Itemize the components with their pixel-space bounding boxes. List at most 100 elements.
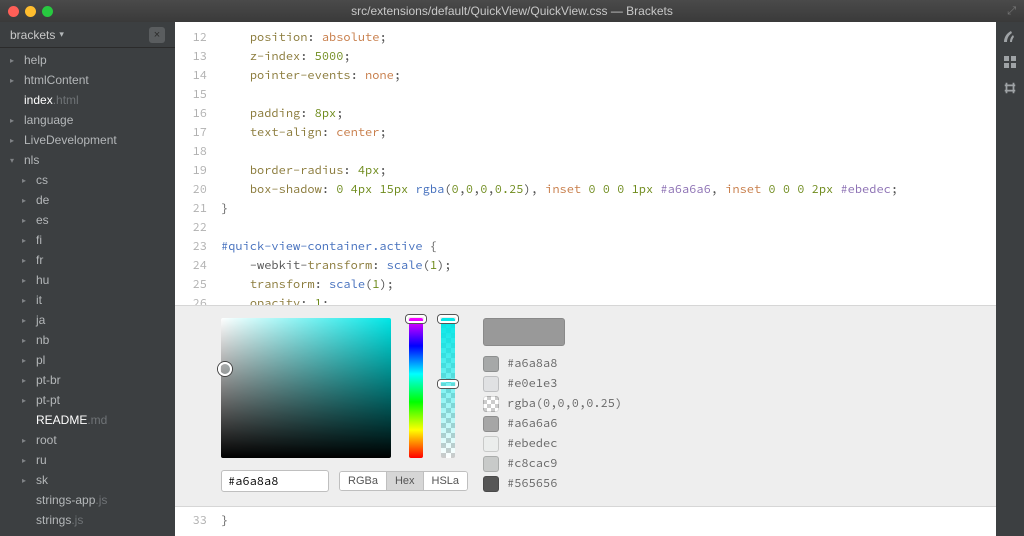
tree-item-label: README (36, 413, 87, 427)
minimize-window-icon[interactable] (25, 6, 36, 17)
saturation-value-picker[interactable] (221, 318, 391, 458)
folder-item[interactable]: help (0, 50, 175, 70)
swatch-label: rgba(0,0,0,0.25) (507, 396, 622, 412)
window-title: src/extensions/default/QuickView/QuickVi… (351, 4, 673, 18)
swatch-chip (483, 416, 499, 432)
folder-item[interactable]: htmlContent (0, 70, 175, 90)
expand-icon[interactable]: ⤢ (1007, 5, 1016, 18)
sidebar-header[interactable]: brackets ▾ × (0, 22, 175, 48)
folder-item[interactable]: fr (0, 250, 175, 270)
tree-item-label: de (36, 193, 49, 207)
code-content[interactable]: position: absolute; z-index: 5000; point… (215, 22, 996, 305)
color-preview-chip (483, 318, 565, 346)
folder-item[interactable]: nls (0, 150, 175, 170)
swatch-row[interactable]: #c8cac9 (483, 456, 622, 472)
sidebar-close-button[interactable]: × (149, 27, 165, 43)
format-hex-button[interactable]: Hex (386, 472, 423, 490)
swatch-row[interactable]: #e0e1e3 (483, 376, 622, 392)
tree-item-label: index (24, 93, 53, 107)
swatch-chip (483, 436, 499, 452)
folder-item[interactable]: es (0, 210, 175, 230)
swatch-chip (483, 356, 499, 372)
alpha-slider[interactable] (441, 318, 455, 458)
file-extension: .js (95, 493, 107, 507)
live-preview-icon[interactable] (1002, 28, 1018, 44)
folder-item[interactable]: ru (0, 450, 175, 470)
file-item[interactable]: strings-app.js (0, 490, 175, 510)
tree-item-label: sk (36, 473, 48, 487)
extensions-icon[interactable] (1002, 54, 1018, 70)
tree-item-label: strings-app (36, 493, 95, 507)
sv-handle[interactable] (218, 362, 232, 376)
chevron-down-icon: ▾ (59, 29, 64, 40)
inline-color-editor: × #a6a8a8#e0e1e3rgba(0,0,0,0.25)#a6a6a6#… (175, 305, 996, 507)
file-item[interactable]: index.html (0, 90, 175, 110)
zoom-window-icon[interactable] (42, 6, 53, 17)
folder-item[interactable]: fi (0, 230, 175, 250)
tree-item-label: LiveDevelopment (24, 133, 117, 147)
folder-item[interactable]: pl (0, 350, 175, 370)
swatch-label: #a6a8a8 (507, 356, 557, 372)
hash-icon[interactable] (1002, 80, 1018, 96)
tree-item-label: ja (36, 313, 45, 327)
swatch-chip (483, 456, 499, 472)
close-window-icon[interactable] (8, 6, 19, 17)
swatch-label: #a6a6a6 (507, 416, 557, 432)
alpha-handle-top[interactable] (438, 315, 458, 323)
folder-item[interactable]: sk (0, 470, 175, 490)
tree-item-label: help (24, 53, 47, 67)
window-titlebar: src/extensions/default/QuickView/QuickVi… (0, 0, 1024, 22)
hue-handle[interactable] (406, 315, 426, 323)
line-gutter: 33 (175, 507, 215, 536)
folder-item[interactable]: cs (0, 170, 175, 190)
sidebar: brackets ▾ × help htmlContent index.html la… (0, 22, 175, 536)
right-toolbar (996, 22, 1024, 536)
swatch-chip (483, 476, 499, 492)
color-value-input[interactable] (221, 470, 329, 492)
swatch-row[interactable]: #a6a6a6 (483, 416, 622, 432)
tree-item-label: nls (24, 153, 39, 167)
folder-item[interactable]: pt-pt (0, 390, 175, 410)
swatch-label: #565656 (507, 476, 557, 492)
folder-item[interactable]: hu (0, 270, 175, 290)
file-tree[interactable]: help htmlContent index.html language LiveDev… (0, 48, 175, 536)
folder-item[interactable]: de (0, 190, 175, 210)
folder-item[interactable]: language (0, 110, 175, 130)
swatch-chip (483, 396, 499, 412)
tree-item-label: nb (36, 333, 49, 347)
line-gutter: 1213141516171819202122232425262728293031… (175, 22, 215, 305)
file-item[interactable]: README.md (0, 410, 175, 430)
swatch-chip (483, 376, 499, 392)
swatch-row[interactable]: #a6a8a8 (483, 356, 622, 372)
file-item[interactable]: strings.js (0, 510, 175, 530)
swatch-row[interactable]: rgba(0,0,0,0.25) (483, 396, 622, 412)
swatch-label: #c8cac9 (507, 456, 557, 472)
tree-item-label: pl (36, 353, 45, 367)
format-rgba-button[interactable]: RGBa (340, 472, 386, 490)
folder-item[interactable]: root (0, 430, 175, 450)
editor[interactable]: 1213141516171819202122232425262728293031… (175, 22, 996, 536)
swatch-list: #a6a8a8 #e0e1e3 rgba(0,0,0,0.25) #a6a6a6 #eb… (483, 356, 622, 492)
folder-item[interactable]: pt-br (0, 370, 175, 390)
tree-item-label: pt-pt (36, 393, 60, 407)
tree-item-label: es (36, 213, 49, 227)
tree-item-label: pt-br (36, 373, 61, 387)
color-format-toggle[interactable]: RGBaHexHSLa (339, 471, 468, 491)
folder-item[interactable]: nb (0, 330, 175, 350)
tree-item-label: fr (36, 253, 43, 267)
folder-item[interactable]: ja (0, 310, 175, 330)
tree-item-label: root (36, 433, 57, 447)
alpha-handle[interactable] (438, 380, 458, 388)
folder-item[interactable]: LiveDevelopment (0, 130, 175, 150)
tree-item-label: htmlContent (24, 73, 89, 87)
hue-slider[interactable] (409, 318, 423, 458)
tree-item-label: language (24, 113, 73, 127)
swatch-label: #e0e1e3 (507, 376, 557, 392)
folder-item[interactable]: it (0, 290, 175, 310)
format-hsla-button[interactable]: HSLa (423, 472, 468, 490)
swatch-row[interactable]: #565656 (483, 476, 622, 492)
swatch-row[interactable]: #ebedec (483, 436, 622, 452)
code-content[interactable]: } (215, 507, 996, 536)
tree-item-label: ru (36, 453, 47, 467)
file-extension: .js (71, 513, 83, 527)
